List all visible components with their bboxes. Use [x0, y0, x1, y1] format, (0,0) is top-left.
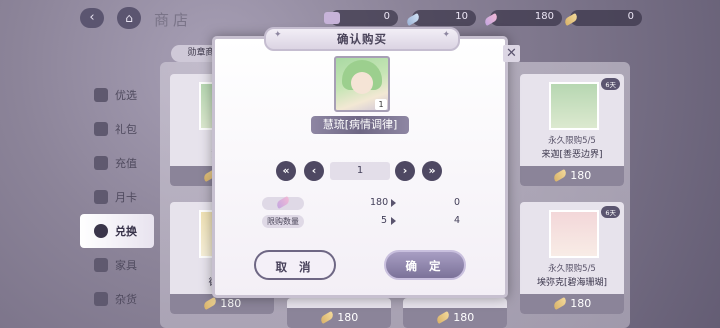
increase-button[interactable]: › — [395, 161, 415, 181]
shop-card[interactable]: 6天 永久限购5/5 来迦[善恶边界] 180 — [520, 74, 624, 186]
chevron-left-icon: ‹ — [311, 164, 317, 177]
limit-before: 5 — [381, 215, 388, 226]
currency-blue-feather: 10 — [405, 10, 476, 27]
double-chevron-right-icon: » — [428, 164, 436, 177]
page-title: 商店 — [154, 11, 193, 29]
gold-feather-icon — [201, 296, 218, 311]
gold-feather-icon — [551, 296, 568, 311]
chevron-right-icon: › — [402, 164, 408, 177]
sidebar-item-exchange[interactable]: 兑换 — [80, 214, 154, 248]
double-chevron-left-icon: « — [282, 164, 290, 177]
currency-pink-feather: 180 — [483, 10, 562, 27]
limit-after: 4 — [454, 215, 461, 226]
goods-icon — [94, 292, 108, 306]
price-tag: 180 — [287, 308, 391, 328]
furniture-icon — [94, 258, 108, 272]
close-icon[interactable]: ✕ — [503, 45, 520, 62]
quantity-input[interactable]: 1 — [330, 162, 390, 180]
gift-icon — [94, 122, 108, 136]
blue-feather-icon — [405, 8, 424, 27]
character-portrait — [549, 210, 599, 258]
sidebar-item-goods[interactable]: 杂货 — [80, 282, 154, 316]
item-count: 1 — [375, 99, 387, 110]
currency-gold-feather: 0 — [563, 10, 642, 27]
bag-icon — [94, 156, 108, 170]
price-tag: 180 — [403, 308, 507, 328]
gold-feather-icon — [434, 310, 451, 325]
thumbs-up-icon — [94, 88, 108, 102]
decrease-button[interactable]: ‹ — [304, 161, 324, 181]
confirm-button[interactable]: 确 定 — [384, 250, 466, 280]
home-button[interactable]: ⌂ — [117, 7, 141, 29]
ticket-icon — [324, 12, 340, 24]
pink-feather-icon — [275, 195, 291, 210]
gold-feather-icon — [318, 310, 335, 325]
purchase-limit-label: 限购数量 — [262, 215, 304, 228]
price-tag: 180 — [520, 166, 624, 186]
cost-before: 180 — [370, 197, 389, 208]
shop-card[interactable]: 6天 永久限购5/5 埃弥克[碧海珊瑚] 180 — [520, 202, 624, 314]
pink-feather-icon — [483, 8, 502, 27]
cost-currency-tag — [262, 195, 304, 210]
cost-after: 0 — [454, 197, 461, 208]
exchange-icon — [94, 224, 108, 238]
back-button[interactable]: ‹ — [80, 8, 104, 28]
arrow-right-icon — [391, 199, 396, 207]
sidebar-item-featured[interactable]: 优选 — [80, 78, 154, 112]
dialog-title-bar: ✦ 确认购买 ✦ — [264, 27, 460, 51]
item-name: 慧琉[病情调律] — [311, 116, 409, 134]
cancel-button[interactable]: 取 消 — [254, 250, 336, 280]
sidebar: 优选 礼包 充值 月卡 兑换 家具 杂货 — [80, 78, 154, 316]
character-portrait — [549, 82, 599, 130]
sidebar-item-monthly-card[interactable]: 月卡 — [80, 180, 154, 214]
increase-max-button[interactable]: » — [422, 161, 442, 181]
sparkle-icon: ✦ — [442, 30, 450, 40]
sidebar-item-recharge[interactable]: 充值 — [80, 146, 154, 180]
currency-ticket: 0 — [324, 10, 398, 26]
gold-feather-icon — [563, 8, 582, 27]
home-icon: ⌂ — [125, 11, 133, 25]
item-portrait: 1 — [334, 56, 390, 112]
arrow-right-icon — [391, 217, 396, 225]
dialog-title: 确认购买 — [337, 32, 387, 46]
chevron-left-icon: ‹ — [89, 10, 95, 25]
card-icon — [94, 190, 108, 204]
shop-card[interactable]: 180 — [403, 298, 507, 328]
sidebar-item-gift[interactable]: 礼包 — [80, 112, 154, 146]
gold-feather-icon — [551, 168, 568, 183]
sidebar-item-furniture[interactable]: 家具 — [80, 248, 154, 282]
shop-card[interactable]: 180 — [287, 298, 391, 328]
decrease-max-button[interactable]: « — [276, 161, 296, 181]
price-tag: 180 — [520, 294, 624, 314]
